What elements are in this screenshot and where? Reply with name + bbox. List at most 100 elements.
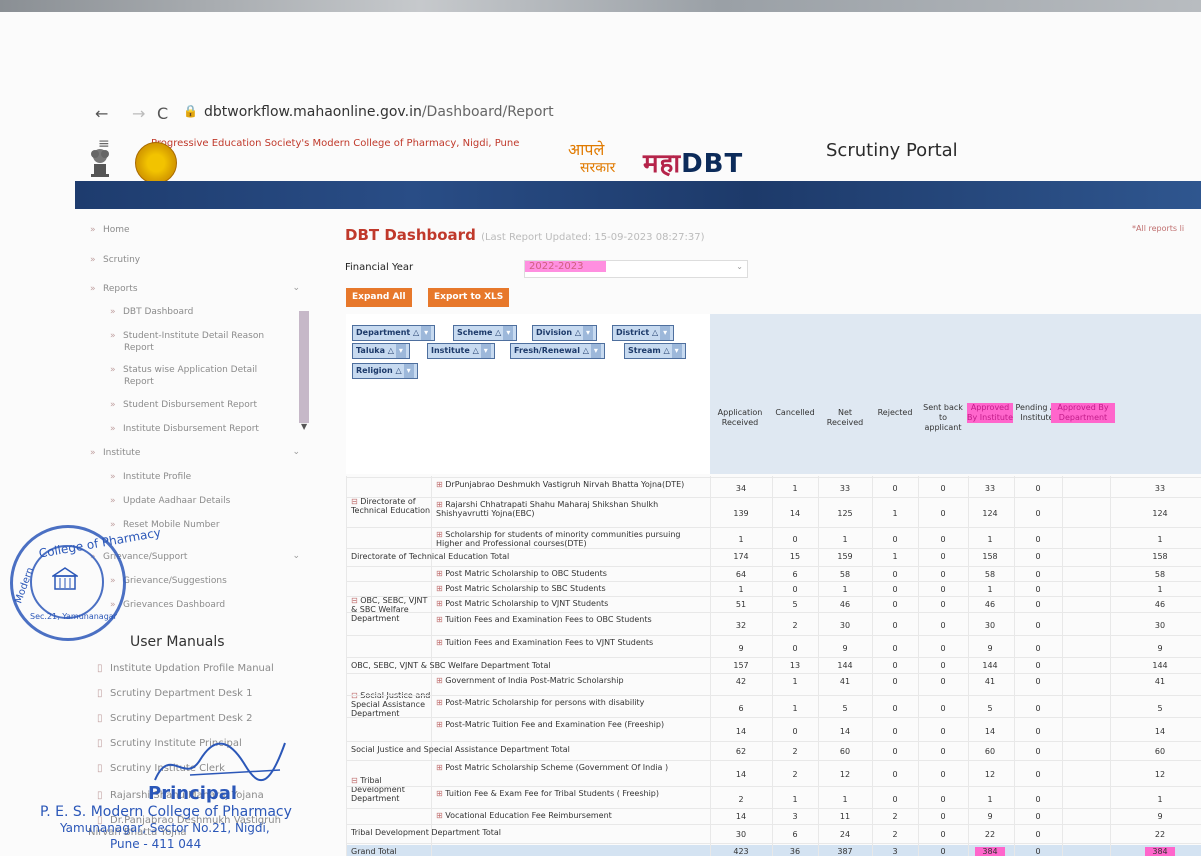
expand-icon[interactable]: ⊞ [436,789,445,798]
sidebar-scrollbar[interactable] [299,311,309,423]
address-bar[interactable]: dbtworkflow.mahaonline.gov.in/Dashboard/… [204,104,554,120]
column-header[interactable]: Rejected [873,408,917,418]
scheme-cell[interactable]: ⊞ Post Matric Scholarship Scheme (Govern… [436,763,706,772]
scroll-down-icon[interactable]: ▼ [301,422,307,431]
filter-icon[interactable]: ▾ [582,326,593,340]
sidebar-item-reset-mobile[interactable]: » Reset Mobile Number [110,520,220,530]
filter-icon[interactable]: ▾ [590,344,601,358]
pivot-field-chip[interactable]: Institute △ ▾ [427,343,495,359]
sidebar-item-status-wise-report[interactable]: » Status wise Application Detail [110,365,257,375]
table-cell-value: 1 [738,535,744,544]
sidebar-item-dbt-dashboard[interactable]: » DBT Dashboard [110,307,193,317]
filter-icon[interactable]: ▾ [503,326,514,340]
expand-icon[interactable]: ⊞ [436,480,445,489]
back-icon[interactable]: ← [95,104,108,123]
scheme-cell[interactable]: ⊞ Rajarshi Chhatrapati Shahu Maharaj Shi… [436,500,706,518]
expand-icon[interactable]: ⊞ [436,811,445,820]
pivot-field-chip[interactable]: Fresh/Renewal △ ▾ [510,343,605,359]
financial-year-select[interactable]: 2022-2023 ⌄ [524,260,748,278]
sidebar-item-grievances-dashboard[interactable]: » Grievances Dashboard [110,600,225,610]
sidebar-item-student-institute-report[interactable]: » Student-Institute Detail Reason [110,331,264,341]
menu-arrow-icon: » [110,307,116,317]
table-cell-value: 33 [839,484,851,493]
expand-icon[interactable]: ⊞ [436,584,445,593]
state-emblem-icon [91,149,109,177]
sort-icon: △ [384,346,394,355]
table-column-divider [346,476,347,856]
scheme-cell[interactable]: ⊞ Post-Matric Tuition Fee and Examinatio… [436,720,706,729]
table-cell-value: 0 [940,585,946,594]
column-header[interactable]: Cancelled [772,408,818,418]
department-cell[interactable]: ⊟ Tribal Development Department [351,776,431,803]
sidebar-item-reports[interactable]: » Reports ⌄ [90,283,300,294]
column-header[interactable]: Sent back to applicant [920,403,966,433]
expand-icon[interactable]: ⊞ [436,530,445,539]
sidebar-label: Institute Disbursement Report [123,424,259,434]
department-cell[interactable]: ⊟ OBC, SEBC, VJNT & SBC Welfare Departme… [351,596,431,623]
scheme-cell[interactable]: ⊞ Post Matric Scholarship to SBC Student… [436,584,706,593]
filter-icon[interactable]: ▾ [403,364,414,378]
scheme-cell[interactable]: ⊞ Post Matric Scholarship to OBC Student… [436,569,706,578]
expand-all-button[interactable]: Expand All [346,288,412,307]
scheme-label: Government of India Post-Matric Scholars… [445,676,624,685]
forward-icon[interactable]: → [132,104,145,123]
scheme-cell[interactable]: ⊞ Vocational Education Fee Reimbursement [436,811,706,820]
column-header[interactable]: Application Received [712,408,768,428]
sidebar-item-scrutiny[interactable]: » Scrutiny [90,255,140,265]
table-column-divider [710,476,711,856]
sidebar-label: Update Aadhaar Details [123,496,231,506]
sidebar-item-update-aadhaar[interactable]: » Update Aadhaar Details [110,496,230,506]
filter-icon[interactable]: ▾ [660,326,671,340]
department-cell[interactable]: ⊟ Directorate of Technical Education [351,497,431,515]
filter-icon[interactable]: ▾ [480,344,491,358]
column-header[interactable]: Approved By Institute [967,403,1013,423]
scheme-cell[interactable]: ⊞ Post Matric Scholarship to VJNT Studen… [436,599,706,608]
column-header[interactable]: Net Received [822,408,868,428]
sidebar-item-student-disbursement[interactable]: » Student Disbursement Report [110,400,257,410]
expand-icon[interactable]: ⊞ [436,569,445,578]
scheme-cell[interactable]: ⊞ Tuition Fee & Exam Fee for Tribal Stud… [436,789,706,798]
pivot-field-chip[interactable]: Division △ ▾ [532,325,597,341]
collapse-icon[interactable]: ⊟ [351,776,360,785]
sidebar-item-institute-disbursement[interactable]: » Institute Disbursement Report [110,424,259,434]
expand-icon[interactable]: ⊞ [436,720,445,729]
expand-icon[interactable]: ⊞ [436,698,445,707]
column-header[interactable]: Approved By Department [1051,403,1115,423]
manual-link[interactable]: ▯ Institute Updation Profile Manual [97,663,274,674]
scheme-cell[interactable]: ⊞ Tuition Fees and Examination Fees to O… [436,615,706,624]
table-cell-value: 0 [940,704,946,713]
sidebar-item-grievance-suggestions[interactable]: » Grievance/Suggestions [110,576,227,586]
sidebar-label: Scrutiny [103,255,141,265]
scheme-cell[interactable]: ⊞ Post-Matric Scholarship for persons wi… [436,698,706,707]
scheme-cell[interactable]: ⊞ Government of India Post-Matric Schola… [436,676,706,685]
pivot-field-chip[interactable]: Taluka △ ▾ [352,343,410,359]
expand-icon[interactable]: ⊞ [436,763,445,772]
expand-icon[interactable]: ⊞ [436,638,445,647]
filter-icon[interactable]: ▾ [671,344,682,358]
scheme-cell[interactable]: ⊞ Scholarship for students of minority c… [436,530,706,548]
reload-icon[interactable]: C [157,104,168,123]
expand-icon[interactable]: ⊞ [436,615,445,624]
expand-icon[interactable]: ⊞ [436,599,445,608]
pivot-field-chip[interactable]: Stream △ ▾ [624,343,686,359]
scheme-cell[interactable]: ⊞ DrPunjabrao Deshmukh Vastigruh Nirvah … [436,480,706,489]
sidebar-item-institute[interactable]: » Institute ⌄ [90,447,300,458]
expand-icon[interactable]: ⊞ [436,676,445,685]
table-row-divider [346,581,1201,582]
pivot-field-chip[interactable]: Scheme △ ▾ [453,325,518,341]
export-xls-button[interactable]: Export to XLS [428,288,510,307]
pivot-field-chip[interactable]: District △ ▾ [612,325,675,341]
expand-icon[interactable]: ⊞ [436,500,445,509]
table-cell-value: 0 [792,727,798,736]
filter-icon[interactable]: ▾ [421,326,432,340]
sidebar-item-institute-profile[interactable]: » Institute Profile [110,472,191,482]
sidebar-item-home[interactable]: » Home [90,225,130,235]
pivot-field-chip[interactable]: Department △ ▾ [352,325,436,341]
manual-link[interactable]: ▯ Scrutiny Department Desk 2 [97,713,253,724]
table-cell-value: 0 [1035,570,1041,579]
sort-icon: △ [392,366,402,375]
filter-icon[interactable]: ▾ [395,344,406,358]
manual-link[interactable]: ▯ Scrutiny Department Desk 1 [97,688,253,699]
scheme-cell[interactable]: ⊞ Tuition Fees and Examination Fees to V… [436,638,706,647]
pivot-field-chip[interactable]: Religion △ ▾ [352,363,418,379]
